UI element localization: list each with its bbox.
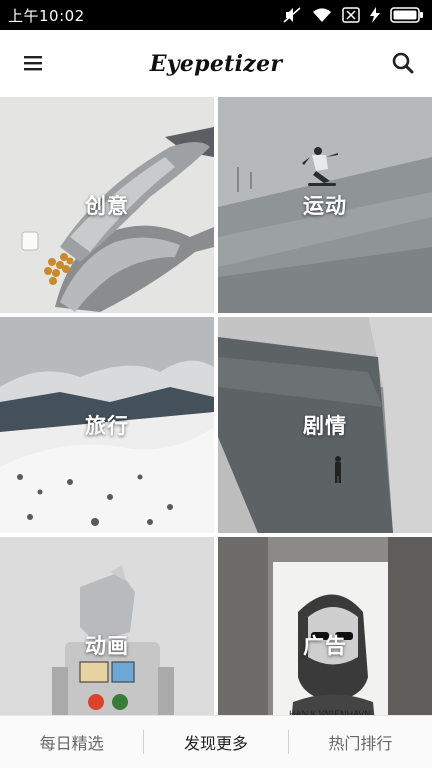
charging-icon: [370, 7, 380, 23]
app-bar: Eyepetizer: [0, 30, 432, 98]
menu-icon: [24, 56, 42, 71]
status-bar: 上午10:02: [0, 0, 432, 30]
category-tile-travel[interactable]: 旅行: [0, 317, 214, 533]
category-label: 旅行: [85, 414, 129, 438]
sim-icon: [342, 7, 360, 23]
nav-hot-ranking[interactable]: 热门排行: [289, 716, 432, 768]
app-logo: Eyepetizer: [149, 50, 283, 77]
status-time: 上午10:02: [8, 6, 85, 25]
bottom-nav: 每日精选 发现更多 热门排行: [0, 715, 432, 768]
category-tile-creative[interactable]: 创意: [0, 97, 214, 313]
category-tile-sports[interactable]: 运动: [218, 97, 432, 313]
category-grid: 创意 运动 旅行 剧情 动画 HAN KJØBENHAVN 广告: [0, 97, 432, 753]
mute-icon: [283, 7, 301, 23]
status-icons: [282, 6, 424, 24]
category-label: 运动: [303, 194, 347, 218]
nav-discover-more[interactable]: 发现更多: [144, 716, 287, 768]
category-tile-drama[interactable]: 剧情: [218, 317, 432, 533]
search-button[interactable]: [390, 50, 416, 76]
category-label: 剧情: [303, 414, 347, 438]
search-icon: [392, 52, 414, 74]
wifi-icon: [313, 8, 331, 22]
battery-icon: [390, 7, 423, 23]
nav-daily-picks[interactable]: 每日精选: [0, 716, 143, 768]
category-label: 创意: [85, 194, 129, 218]
menu-button[interactable]: [22, 52, 44, 74]
